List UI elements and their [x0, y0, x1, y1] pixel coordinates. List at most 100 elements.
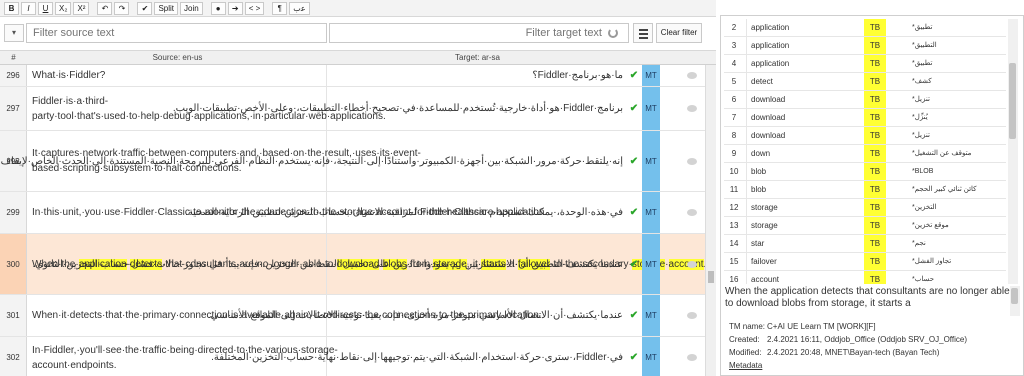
termbase-badge: TB	[864, 109, 886, 126]
created-label: Created:	[729, 335, 760, 344]
target-text[interactable]: برنامج·Fiddler·هو·أداة·خارجية·تُستخدم·لل…	[173, 87, 627, 130]
segment-number: 302	[0, 337, 27, 376]
termbase-scrollbar[interactable]	[1008, 19, 1018, 284]
termbase-badge: TB	[864, 271, 886, 284]
termbase-row[interactable]: 16 account TB *حساب	[724, 271, 1006, 284]
bold-button[interactable]: B	[4, 1, 19, 15]
termbase-row[interactable]: 7 download TB *يُنزِّل	[724, 109, 1006, 127]
confirm-icon[interactable]: ✔	[137, 1, 153, 15]
termbase-row[interactable]: 8 download TB *تنزيل	[724, 127, 1006, 145]
termbase-badge: TB	[864, 127, 886, 144]
termbase-row[interactable]: 15 failover TB *تجاوز الفشل	[724, 253, 1006, 271]
termbase-row[interactable]: 6 download TB *تنزيل	[724, 91, 1006, 109]
target-text[interactable]: إنه·يلتقط·حركة·مرور·الشبكة·بين·أجهزة·الك…	[0, 131, 627, 191]
comment-icon[interactable]	[686, 87, 698, 130]
termbase-row[interactable]: 10 blob TB *BLOB	[724, 163, 1006, 181]
status-badge: MT	[642, 87, 660, 130]
swap-filter-icon[interactable]	[608, 28, 618, 38]
segment-row[interactable]: 302 In·Fiddler,·you'll·see·the·traffic·b…	[0, 337, 716, 376]
comment-icon[interactable]	[686, 295, 698, 336]
confirmed-check-icon: ✔	[629, 155, 639, 167]
target-text[interactable]: عندما·يكتشف·أن·الاتصال·الأساسي·متوفر·مرة…	[208, 295, 627, 336]
term-number: 8	[731, 131, 737, 140]
term-target: *حساب	[912, 276, 935, 283]
source-filter-input[interactable]	[26, 23, 327, 43]
termbase-row[interactable]: 5 detect TB *كشف	[724, 73, 1006, 91]
termbase-row[interactable]: 14 star TB *نجم	[724, 235, 1006, 253]
clear-filter-button[interactable]: Clear filter	[656, 23, 702, 43]
segment-number: 300	[0, 234, 27, 294]
term-source: download	[746, 91, 863, 108]
underline-button[interactable]: U	[38, 1, 53, 15]
confirmed-check-icon: ✔	[629, 70, 639, 81]
term-target: *تجاوز الفشل	[912, 258, 952, 265]
comment-icon[interactable]	[686, 131, 698, 191]
next-icon[interactable]: ➔	[227, 1, 243, 15]
target-text[interactable]: عندما·يكتشف·التطبيق·أن·الاستشاريين·لم·يع…	[32, 234, 627, 294]
comment-icon[interactable]	[686, 337, 698, 376]
italic-button[interactable]: I	[21, 1, 36, 15]
term-number: 16	[729, 275, 739, 284]
term-target: *التطبيق	[912, 42, 937, 49]
filter-dropdown-icon[interactable]: ▾	[4, 24, 24, 42]
scroll-thumb[interactable]	[708, 271, 714, 283]
redo-icon[interactable]: ↷	[114, 1, 130, 15]
comment-icon[interactable]	[686, 192, 698, 233]
source-text[interactable]: What·is·Fiddler?	[28, 65, 327, 86]
scroll-thumb[interactable]	[1009, 63, 1016, 139]
termbase-row[interactable]: 9 down TB *متوقف عن التشغيل	[724, 145, 1006, 163]
term-number: 12	[729, 203, 739, 212]
editor-toolbar: B I U X₂ X² ↶ ↷ ✔ Split Join ● ➔ < > ¶ ﻋ…	[0, 0, 716, 17]
term-source: storage	[746, 199, 863, 216]
segment-row[interactable]: 299 In·this·unit,·you·use·Fiddler·Classi…	[0, 192, 716, 234]
record-icon[interactable]: ●	[210, 1, 226, 15]
segment-row[interactable]: 301 When·it·detects·that·the·primary·con…	[0, 295, 716, 337]
segment-row-active[interactable]: 300 When·the·application·detects·that·co…	[0, 234, 716, 295]
term-number: 11	[729, 185, 739, 194]
term-target: *موقع تخزين	[912, 222, 949, 229]
term-number: 14	[729, 239, 739, 248]
target-text[interactable]: ما·هو·برنامج·Fiddler؟	[328, 65, 627, 86]
target-text[interactable]: في·هذه·الوحدة،·يمكنك·استخدام·Fiddler·Cla…	[185, 192, 627, 233]
termbase-badge: TB	[864, 145, 886, 162]
termbase-row[interactable]: 2 application TB *تطبيق	[724, 19, 1006, 37]
grid-scrollbar[interactable]	[705, 65, 716, 376]
term-source: blob	[746, 163, 863, 180]
tags-icon[interactable]: < >	[244, 1, 265, 15]
join-button[interactable]: Join	[180, 1, 203, 15]
superscript-button[interactable]: X²	[73, 1, 90, 15]
termbase-row[interactable]: 11 blob TB *كائن ثنائي كبير الحجم	[724, 181, 1006, 199]
termbase-row[interactable]: 3 application TB *التطبيق	[724, 37, 1006, 55]
segment-row[interactable]: 298 It·captures·network·traffic·between·…	[0, 131, 716, 192]
modified-value: 2.4.2021 20:48, MNET\Bayan-tech (Bayan T…	[767, 348, 940, 357]
termbase-row[interactable]: 12 storage TB *التخزين	[724, 199, 1006, 217]
term-number: 6	[731, 95, 737, 104]
rtl-icon[interactable]: ﻋﺏ	[289, 1, 310, 15]
scroll-thumb[interactable]	[1011, 288, 1018, 304]
term-target: *تنزيل	[912, 132, 930, 139]
target-text[interactable]: في·Fiddler،·سترى·حركة·استخدام·الشبكة·الت…	[211, 337, 627, 376]
segment-row[interactable]: 297 Fiddler·is·a·third-party·tool·that's…	[0, 87, 716, 131]
comment-icon[interactable]	[686, 65, 698, 86]
termbase-row[interactable]: 4 application TB *تطبيق	[724, 55, 1006, 73]
termbase-badge: TB	[864, 181, 886, 198]
segment-number: 296	[0, 65, 27, 86]
term-number: 5	[731, 77, 737, 86]
pilcrow-icon[interactable]: ¶	[272, 1, 288, 15]
term-number: 2	[731, 23, 737, 32]
preview-scrollbar[interactable]	[1010, 286, 1020, 316]
metadata-link[interactable]: Metadata	[729, 361, 762, 370]
termbase-row[interactable]: 13 storage TB *موقع تخزين	[724, 217, 1006, 235]
split-button[interactable]: Split	[154, 1, 179, 15]
header-num: #	[11, 53, 16, 62]
target-filter-input[interactable]	[329, 23, 629, 43]
term-source: application	[746, 19, 863, 36]
list-icon[interactable]	[633, 23, 653, 43]
subscript-button[interactable]: X₂	[55, 1, 72, 15]
termbase-badge: TB	[864, 163, 886, 180]
segment-row[interactable]: 296 What·is·Fiddler? ما·هو·برنامج·Fiddle…	[0, 65, 716, 87]
status-badge: MT	[642, 65, 660, 86]
undo-icon[interactable]: ↶	[97, 1, 113, 15]
term-source: download	[746, 109, 863, 126]
comment-icon[interactable]	[686, 234, 698, 294]
